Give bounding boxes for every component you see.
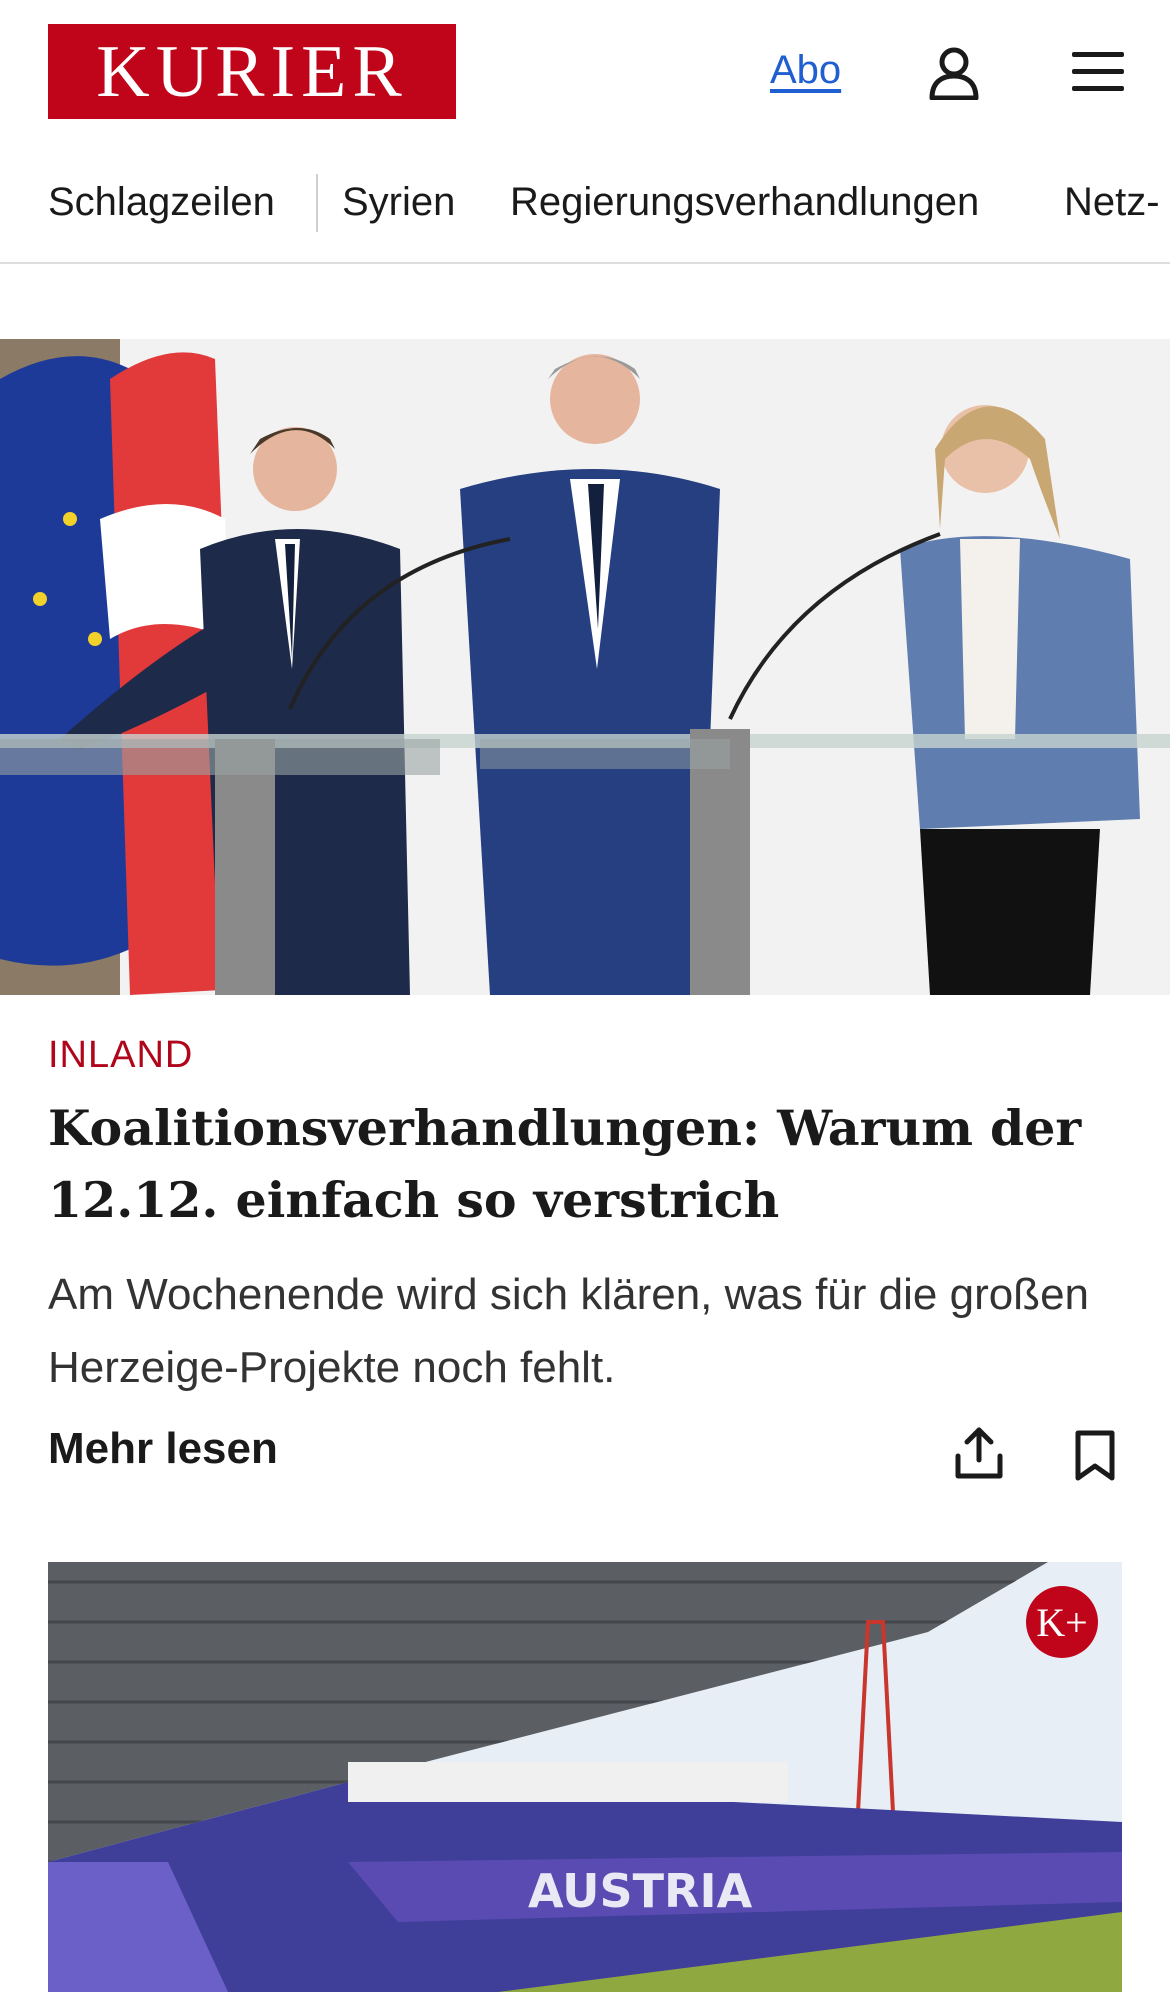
nav-item-syrien[interactable]: Syrien [342,180,455,225]
stadium-illustration: AUSTRIA [48,1562,1122,1992]
premium-badge-text: K+ [1036,1599,1088,1645]
hero-illustration [0,339,1170,995]
article-headline[interactable]: Koalitionsverhandlungen: Warum der 12.12… [48,1092,1128,1236]
user-icon[interactable] [926,44,982,100]
nav-item-regierungsverhandlungen[interactable]: Regierungsverhandlungen [510,180,979,225]
hero-image[interactable] [0,339,1170,995]
nav-item-schlagzeilen[interactable]: Schlagzeilen [48,180,275,225]
bookmark-icon[interactable] [1074,1430,1116,1482]
article-image-stadium[interactable]: AUSTRIA [48,1562,1122,1992]
site-header: KURIER Abo [0,0,1170,148]
nav-item-netz[interactable]: Netz- [1064,180,1160,225]
article-teaser[interactable]: Am Wochenende wird sich klären, was für … [48,1258,1128,1404]
svg-text:AUSTRIA: AUSTRIA [528,1864,753,1918]
logo-text: KURIER [96,30,408,113]
article-category[interactable]: INLAND [48,1034,193,1077]
menu-icon[interactable] [1070,48,1126,96]
premium-badge: K+ [1026,1586,1098,1658]
read-more-link[interactable]: Mehr lesen [48,1424,278,1474]
nav-separator [316,174,318,232]
topic-nav: Schlagzeilen Syrien Regierungsverhandlun… [0,160,1170,264]
abo-link[interactable]: Abo [770,48,841,93]
kurier-logo[interactable]: KURIER [48,24,456,119]
share-icon[interactable] [954,1426,1004,1480]
